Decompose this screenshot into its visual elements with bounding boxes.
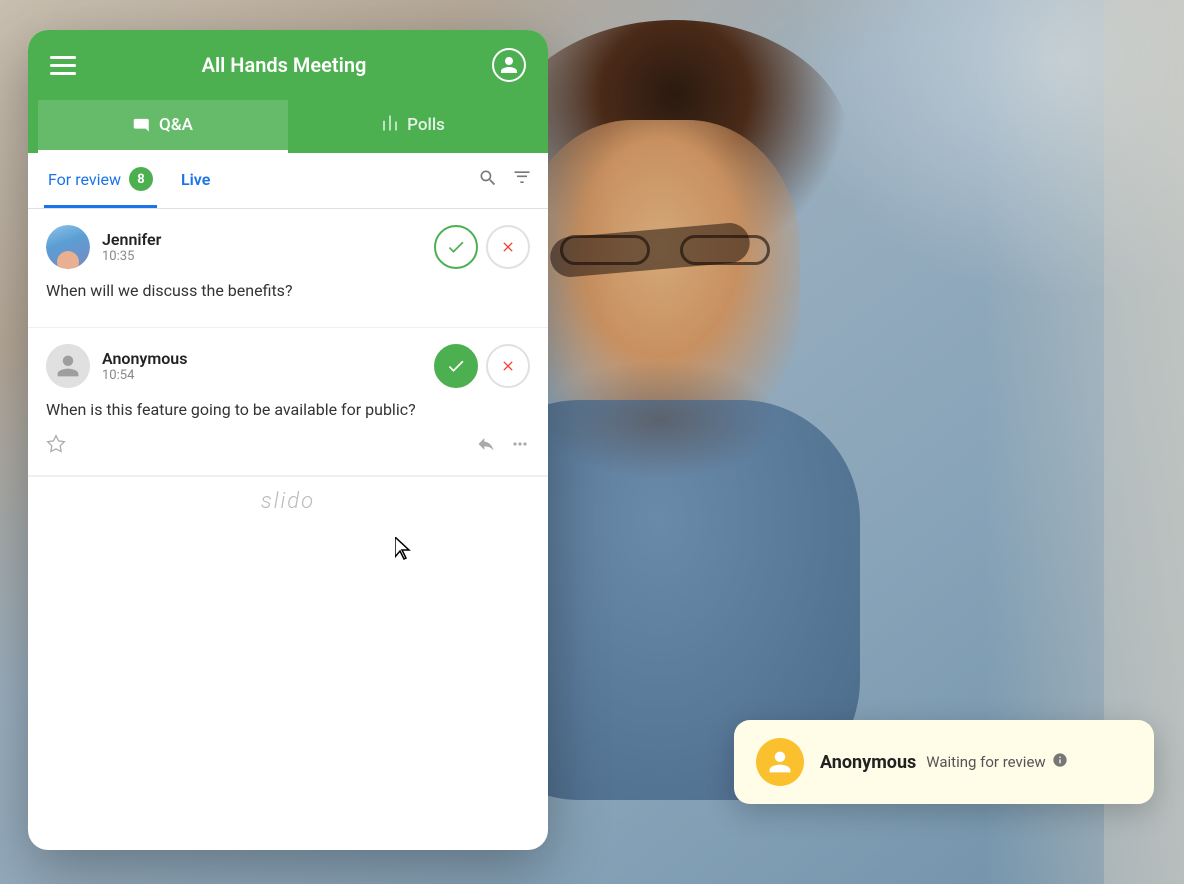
info-circle-icon xyxy=(1052,752,1068,768)
meeting-title: All Hands Meeting xyxy=(202,53,367,77)
chat-icon xyxy=(133,114,151,132)
sub-tabs-actions xyxy=(478,168,532,193)
more-icon xyxy=(510,434,530,454)
jennifer-question-text: When will we discuss the benefits? xyxy=(46,279,530,303)
filter-button[interactable] xyxy=(512,168,532,193)
app-branding: slido xyxy=(28,476,548,526)
notification-popup: Anonymous Waiting for review xyxy=(734,720,1154,804)
bar-chart-icon xyxy=(381,114,399,132)
x-reject-icon xyxy=(500,358,516,374)
notification-avatar xyxy=(756,738,804,786)
app-header: All Hands Meeting xyxy=(28,30,548,100)
footer-left xyxy=(46,434,66,459)
notification-user-icon xyxy=(767,749,793,775)
question-header-jennifer: Jennifer 10:35 xyxy=(46,225,530,269)
search-icon xyxy=(478,168,498,188)
reject-jennifer-button[interactable] xyxy=(486,225,530,269)
approve-jennifer-button[interactable] xyxy=(434,225,478,269)
search-button[interactable] xyxy=(478,168,498,193)
sub-tabs-row: For review 8 Live xyxy=(28,153,548,209)
avatar-jennifer xyxy=(46,225,90,269)
reply-icon xyxy=(476,434,496,454)
slido-logo: slido xyxy=(40,489,536,514)
check-icon xyxy=(446,237,466,257)
live-label: Live xyxy=(181,170,210,189)
tab-polls[interactable]: Polls xyxy=(288,100,538,153)
more-options-button[interactable] xyxy=(510,434,530,459)
notification-content: Anonymous Waiting for review xyxy=(820,752,1132,773)
user-profile-button[interactable] xyxy=(492,48,526,82)
menu-button[interactable] xyxy=(50,56,76,75)
qa-tab-label: Q&A xyxy=(159,115,193,135)
sub-tab-for-review[interactable]: For review 8 xyxy=(44,153,157,208)
brand-text: slido xyxy=(261,489,315,514)
question-card-anonymous: Anonymous 10:54 When is xyxy=(28,328,548,476)
app-container: All Hands Meeting Q&A Polls xyxy=(28,30,548,850)
polls-icon xyxy=(381,114,399,136)
filter-icon xyxy=(512,168,532,188)
reply-button[interactable] xyxy=(476,434,496,459)
question-header-anonymous: Anonymous 10:54 xyxy=(46,344,530,388)
approve-anonymous-button[interactable] xyxy=(434,344,478,388)
anonymous-time: 10:54 xyxy=(102,368,434,383)
user-icon xyxy=(499,55,519,75)
questions-list: Jennifer 10:35 When will xyxy=(28,209,548,476)
qa-icon xyxy=(133,114,151,136)
anonymous-name: Anonymous xyxy=(102,349,434,368)
info-icon[interactable] xyxy=(1052,752,1068,772)
check-active-icon xyxy=(446,356,466,376)
jennifer-name: Jennifer xyxy=(102,230,434,249)
jennifer-time: 10:35 xyxy=(102,249,434,264)
user-info-anonymous: Anonymous 10:54 xyxy=(102,349,434,383)
anonymous-avatar-icon xyxy=(55,353,81,379)
for-review-label: For review xyxy=(48,170,121,189)
x-icon xyxy=(500,239,516,255)
question-card-jennifer: Jennifer 10:35 When will xyxy=(28,209,548,328)
reject-anonymous-button[interactable] xyxy=(486,344,530,388)
main-tabs: Q&A Polls xyxy=(28,100,548,153)
polls-tab-label: Polls xyxy=(407,115,445,135)
question-footer xyxy=(46,430,530,459)
sub-tab-live[interactable]: Live xyxy=(177,156,214,206)
star-icon xyxy=(46,434,66,454)
user-info-jennifer: Jennifer 10:35 xyxy=(102,230,434,264)
tab-qa[interactable]: Q&A xyxy=(38,100,288,153)
notification-author: Anonymous xyxy=(820,752,916,773)
anonymous-question-text: When is this feature going to be availab… xyxy=(46,398,530,422)
jennifer-action-buttons xyxy=(434,225,530,269)
star-button[interactable] xyxy=(46,434,66,459)
brand-s: s xyxy=(261,489,274,514)
avatar-anonymous xyxy=(46,344,90,388)
notification-status: Waiting for review xyxy=(926,753,1045,771)
anonymous-action-buttons xyxy=(434,344,530,388)
for-review-badge: 8 xyxy=(129,167,153,191)
footer-right xyxy=(476,434,530,459)
